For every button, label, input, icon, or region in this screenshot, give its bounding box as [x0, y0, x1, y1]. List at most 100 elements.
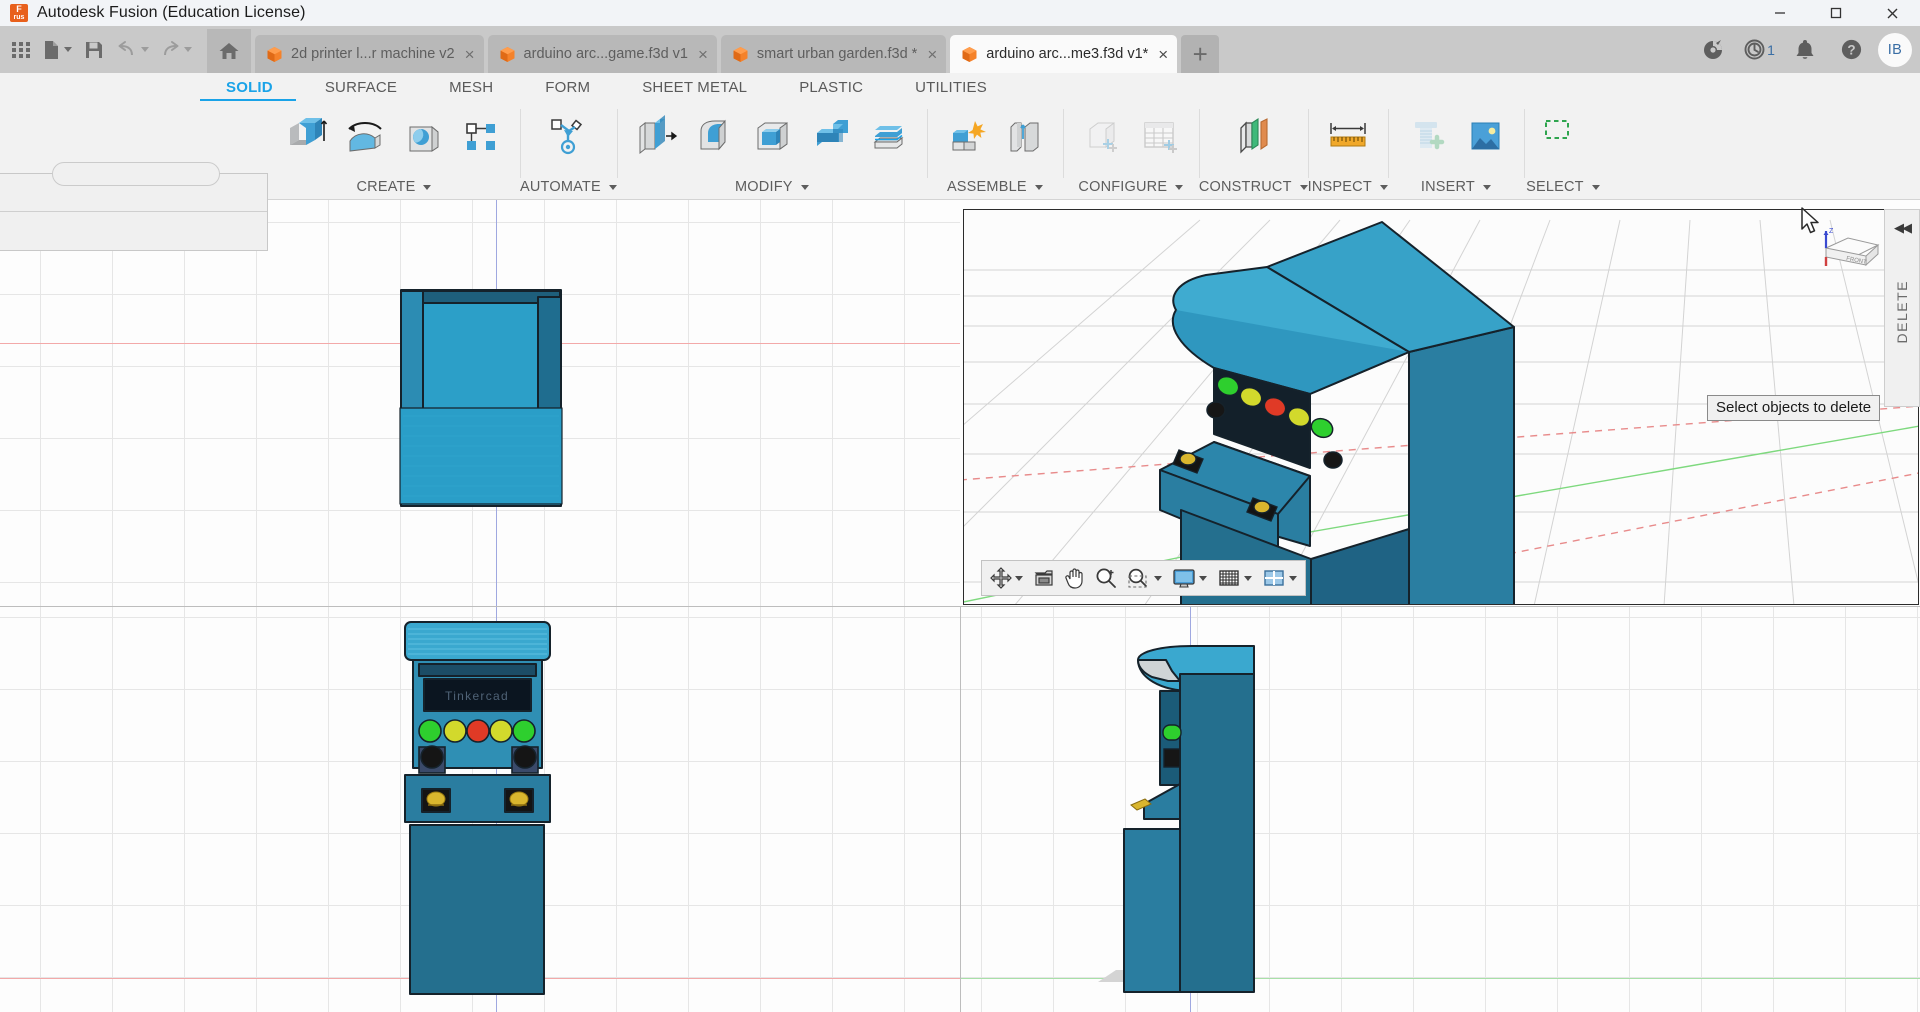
- chevron-down-icon[interactable]: [1299, 184, 1308, 190]
- ribbon: SOLID SURFACE MESH FORM SHEET METAL PLAS…: [0, 73, 1920, 251]
- fit-window-caret-icon[interactable]: [1154, 575, 1162, 581]
- split-face-icon[interactable]: [859, 109, 917, 163]
- app-grid-icon[interactable]: [4, 30, 38, 70]
- document-tab-2[interactable]: smart urban garden.f3d * ×: [720, 35, 947, 73]
- viewports-caret-icon[interactable]: [1289, 575, 1297, 581]
- save-icon[interactable]: [77, 30, 111, 70]
- chevron-down-icon[interactable]: [1034, 184, 1043, 190]
- viewport-navigation-toolbar[interactable]: [981, 560, 1306, 596]
- chevron-down-icon[interactable]: [1482, 184, 1491, 190]
- viewport-front-view[interactable]: Tinkercad: [0, 607, 960, 1012]
- window-title: Autodesk Fusion (Education License): [37, 4, 306, 21]
- new-tab-button[interactable]: +: [1181, 35, 1220, 73]
- document-tab-1[interactable]: arduino arc...game.f3d v1 ×: [487, 35, 717, 73]
- view-cube[interactable]: FRONT Z: [1816, 224, 1888, 286]
- press-pull-icon[interactable]: [627, 109, 685, 163]
- pattern-icon[interactable]: [452, 109, 510, 163]
- ribbon-group-label-assemble[interactable]: ASSEMBLE: [927, 174, 1063, 200]
- group-label-text: ASSEMBLE: [946, 179, 1027, 195]
- redo-icon[interactable]: [154, 30, 197, 70]
- ribbon-group-label-insert[interactable]: INSERT: [1388, 174, 1524, 200]
- undo-icon[interactable]: [111, 30, 154, 70]
- offset-plane-icon[interactable]: [1224, 109, 1282, 163]
- document-tab-3[interactable]: arduino arc...me3.f3d v1* ×: [950, 35, 1178, 73]
- shell-icon[interactable]: [743, 109, 801, 163]
- joint-icon[interactable]: [995, 109, 1053, 163]
- ribbon-tab-form[interactable]: FORM: [519, 73, 616, 101]
- ribbon-group-label-inspect[interactable]: INSPECT: [1308, 174, 1388, 200]
- display-settings-icon[interactable]: [1167, 563, 1212, 593]
- select-window-icon[interactable]: [1534, 109, 1592, 163]
- ribbon-group-label-modify[interactable]: MODIFY: [617, 174, 927, 200]
- insert-mcmaster-icon[interactable]: [1398, 109, 1456, 163]
- chevron-down-icon[interactable]: [1591, 184, 1600, 190]
- grid-snaps-caret-icon[interactable]: [1244, 575, 1252, 581]
- undo-caret-icon[interactable]: [141, 47, 149, 52]
- autodesk-fusion-logo-icon: F rus: [10, 4, 28, 22]
- redo-caret-icon[interactable]: [184, 47, 192, 52]
- ribbon-group-label-configure[interactable]: CONFIGURE: [1063, 174, 1199, 200]
- delete-command-panel[interactable]: ◀◀ DELETE: [1884, 209, 1920, 407]
- chevron-down-icon[interactable]: [608, 184, 617, 190]
- bell-icon[interactable]: [1782, 28, 1828, 72]
- display-settings-caret-icon[interactable]: [1199, 575, 1207, 581]
- automate-icon[interactable]: [539, 109, 597, 163]
- ribbon-tab-plastic[interactable]: PLASTIC: [773, 73, 889, 101]
- chevron-down-icon[interactable]: [423, 184, 432, 190]
- new-document-caret-icon[interactable]: [64, 47, 72, 52]
- configure-table-icon[interactable]: [1131, 109, 1189, 163]
- collapsed-browser-panel[interactable]: [0, 162, 268, 251]
- extension-plug-icon[interactable]: [1690, 28, 1736, 72]
- document-tab-close-icon[interactable]: ×: [1156, 46, 1168, 63]
- grid-snaps-icon[interactable]: [1212, 563, 1257, 593]
- ribbon-tab-solid[interactable]: SOLID: [200, 73, 299, 101]
- viewport-top-view[interactable]: [0, 200, 960, 606]
- orbit-icon[interactable]: [985, 563, 1028, 593]
- sweep-icon[interactable]: [394, 109, 452, 163]
- look-at-icon[interactable]: [1028, 563, 1060, 593]
- collapse-left-arrows-icon[interactable]: ◀◀: [1894, 220, 1912, 236]
- measure-icon[interactable]: [1319, 109, 1377, 163]
- document-tab-close-icon[interactable]: ×: [463, 46, 475, 63]
- viewports-icon[interactable]: [1257, 563, 1302, 593]
- job-status-clock-icon[interactable]: 1: [1736, 28, 1782, 72]
- modeling-canvas[interactable]: Tinkercad FRONT Z Select objects to dele…: [0, 200, 1920, 1012]
- ribbon-group-label-create[interactable]: CREATE: [268, 174, 520, 200]
- new-document-icon[interactable]: [38, 30, 77, 70]
- ribbon-tab-label: FORM: [545, 78, 591, 96]
- viewport-right-view[interactable]: [961, 607, 1920, 1012]
- account-avatar[interactable]: IB: [1878, 32, 1912, 67]
- ribbon-group-label-construct[interactable]: CONSTRUCT: [1199, 174, 1308, 200]
- close-button[interactable]: [1864, 0, 1920, 26]
- fillet-icon[interactable]: [685, 109, 743, 163]
- insert-image-icon[interactable]: [1456, 109, 1514, 163]
- maximize-button[interactable]: [1808, 0, 1864, 26]
- chevron-down-icon[interactable]: [1379, 184, 1388, 190]
- orbit-caret-icon[interactable]: [1015, 575, 1023, 581]
- combine-icon[interactable]: [801, 109, 859, 163]
- home-button[interactable]: [207, 29, 251, 73]
- ribbon-group-label-automate[interactable]: AUTOMATE: [520, 174, 617, 200]
- extrude-icon[interactable]: [278, 109, 336, 163]
- document-tab-close-icon[interactable]: ×: [696, 46, 708, 63]
- ribbon-tab-utilities[interactable]: UTILITIES: [889, 73, 1013, 101]
- ribbon-group-label-select[interactable]: SELECT: [1524, 174, 1602, 200]
- revolve-icon[interactable]: [336, 109, 394, 163]
- minimize-button[interactable]: [1752, 0, 1808, 26]
- viewport-vertical-divider[interactable]: [960, 606, 961, 1012]
- chevron-down-icon[interactable]: [1175, 184, 1184, 190]
- chevron-down-icon[interactable]: [800, 184, 809, 190]
- zoom-icon[interactable]: [1090, 563, 1122, 593]
- panel-pill-handle[interactable]: [52, 162, 220, 186]
- ribbon-tab-mesh[interactable]: MESH: [423, 73, 519, 101]
- fit-window-icon[interactable]: [1122, 563, 1167, 593]
- ribbon-tab-surface[interactable]: SURFACE: [299, 73, 423, 101]
- document-tab-close-icon[interactable]: ×: [925, 46, 937, 63]
- new-component-icon[interactable]: [937, 109, 995, 163]
- help-icon[interactable]: ?: [1828, 28, 1874, 72]
- ribbon-tab-sheet-metal[interactable]: SHEET METAL: [616, 73, 773, 101]
- configure-cube-icon[interactable]: [1073, 109, 1131, 163]
- pan-hand-icon[interactable]: [1060, 563, 1090, 593]
- document-tab-0[interactable]: 2d printer l...r machine v2 ×: [255, 35, 484, 73]
- ribbon-group-create: CREATE: [268, 101, 520, 200]
